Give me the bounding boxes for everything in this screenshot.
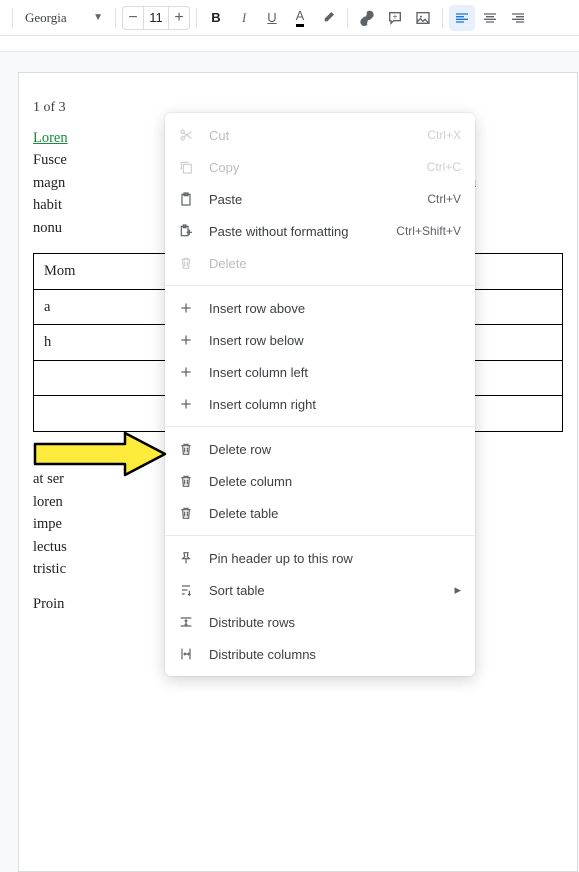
menu-item-label: Distribute columns (209, 647, 461, 662)
comment-button[interactable] (382, 5, 408, 31)
copy-icon (177, 158, 195, 176)
hyperlink[interactable]: Loren (33, 130, 68, 146)
menu-item-label: Delete row (209, 442, 461, 457)
underline-button[interactable]: U (259, 5, 285, 31)
font-size-increase[interactable]: + (169, 10, 189, 26)
context-menu-item[interactable]: Delete column (165, 465, 475, 497)
submenu-arrow-icon: ▸ (454, 582, 461, 598)
menu-item-label: Delete (209, 256, 461, 271)
dist-cols-icon (177, 645, 195, 663)
page-indicator: 1 of 3 (33, 97, 66, 119)
menu-item-label: Paste (209, 192, 413, 207)
text-color-button[interactable]: A (287, 5, 313, 31)
context-menu-item[interactable]: Distribute columns (165, 638, 475, 670)
menu-item-label: Cut (209, 128, 413, 143)
menu-shortcut: Ctrl+X (427, 128, 461, 142)
context-menu-item[interactable]: Insert column left (165, 356, 475, 388)
trash-icon (177, 440, 195, 458)
menu-item-label: Pin header up to this row (209, 551, 461, 566)
plus-icon (177, 395, 195, 413)
context-menu-item: Delete (165, 247, 475, 279)
menu-item-label: Delete table (209, 506, 461, 521)
menu-item-label: Delete column (209, 474, 461, 489)
tutorial-arrow (30, 431, 170, 477)
font-select[interactable]: Georgia▼ (19, 5, 109, 31)
paste-icon (177, 190, 195, 208)
trash-icon (177, 254, 195, 272)
font-size-value[interactable]: 11 (143, 7, 169, 29)
pin-icon (177, 549, 195, 567)
bold-button[interactable]: B (203, 5, 229, 31)
menu-item-label: Insert row below (209, 333, 461, 348)
plus-icon (177, 299, 195, 317)
link-button[interactable] (354, 5, 380, 31)
font-size-control: − 11 + (122, 6, 190, 30)
context-menu-item[interactable]: Sort table ▸ (165, 574, 475, 606)
sort-icon (177, 581, 195, 599)
menu-shortcut: Ctrl+Shift+V (396, 224, 461, 238)
paste-plain-icon (177, 222, 195, 240)
context-menu-item[interactable]: Delete table (165, 497, 475, 529)
align-center-button[interactable] (477, 5, 503, 31)
ruler (0, 36, 579, 52)
menu-item-label: Distribute rows (209, 615, 461, 630)
toolbar: Georgia▼ − 11 + B I U A (0, 0, 579, 36)
font-size-decrease[interactable]: − (123, 10, 143, 26)
trash-icon (177, 472, 195, 490)
context-menu-item[interactable]: Insert row above (165, 292, 475, 324)
menu-item-label: Insert row above (209, 301, 461, 316)
context-menu-item: Cut Ctrl+X (165, 119, 475, 151)
trash-icon (177, 504, 195, 522)
menu-item-label: Insert column right (209, 397, 461, 412)
context-menu-item[interactable]: Paste without formatting Ctrl+Shift+V (165, 215, 475, 247)
image-button[interactable] (410, 5, 436, 31)
context-menu-item[interactable]: Distribute rows (165, 606, 475, 638)
menu-item-label: Copy (209, 160, 413, 175)
highlight-button[interactable] (315, 5, 341, 31)
context-menu-item[interactable]: Pin header up to this row (165, 542, 475, 574)
plus-icon (177, 363, 195, 381)
context-menu-item[interactable]: Delete row (165, 433, 475, 465)
align-left-button[interactable] (449, 5, 475, 31)
context-menu: Cut Ctrl+X Copy Ctrl+C Paste Ctrl+V Paste with… (165, 113, 475, 676)
context-menu-item: Copy Ctrl+C (165, 151, 475, 183)
menu-shortcut: Ctrl+C (427, 160, 461, 174)
scissors-icon (177, 126, 195, 144)
context-menu-item[interactable]: Insert row below (165, 324, 475, 356)
plus-icon (177, 331, 195, 349)
menu-item-label: Paste without formatting (209, 224, 382, 239)
dist-rows-icon (177, 613, 195, 631)
menu-shortcut: Ctrl+V (427, 192, 461, 206)
menu-item-label: Sort table (209, 583, 440, 598)
align-right-button[interactable] (505, 5, 531, 31)
context-menu-item[interactable]: Paste Ctrl+V (165, 183, 475, 215)
context-menu-item[interactable]: Insert column right (165, 388, 475, 420)
menu-item-label: Insert column left (209, 365, 461, 380)
italic-button[interactable]: I (231, 5, 257, 31)
